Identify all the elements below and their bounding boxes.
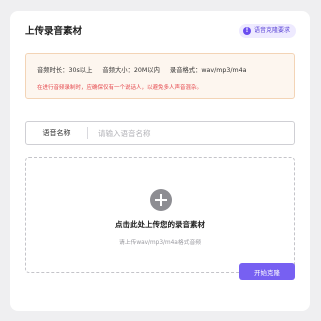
voice-name-label: 语音名称 bbox=[42, 129, 71, 137]
spec-row: 音频时长：30s以上 音频大小：20M以内 录音格式：wav/mp3/m4a bbox=[37, 65, 257, 74]
page-title: 上传录音素材 bbox=[25, 26, 83, 37]
spec-format: 录音格式：wav/mp3/m4a bbox=[169, 67, 247, 74]
start-clone-button[interactable]: 开始克隆 bbox=[239, 263, 295, 280]
upload-card: 上传录音素材 ! 语音克隆要求 音频时长：30s以上 音频大小：20M以内 录音… bbox=[10, 11, 310, 311]
plus-circle-icon bbox=[150, 189, 172, 211]
warning-text: 在进行音频录制时，应确保仅有一个说话人，以避免多人声音混杂。 bbox=[37, 85, 203, 91]
spec-duration: 音频时长：30s以上 bbox=[37, 67, 93, 74]
upload-dropzone[interactable]: 点击此处上传您的录音素材 请上传wav/mp3/m4a格式音频 bbox=[25, 157, 295, 273]
info-icon: ! bbox=[242, 27, 251, 35]
spec-size: 音频大小：20M以内 bbox=[102, 67, 160, 74]
upload-hint: 请上传wav/mp3/m4a格式音频 bbox=[118, 240, 202, 246]
voice-name-input[interactable] bbox=[88, 123, 294, 143]
requirements-label: 语音克隆要求 bbox=[253, 27, 290, 34]
requirements-link[interactable]: ! 语音克隆要求 bbox=[238, 24, 296, 38]
voice-name-field: 语音名称 bbox=[25, 121, 295, 145]
upload-title: 点击此处上传您的录音素材 bbox=[115, 220, 205, 229]
notice-box: 音频时长：30s以上 音频大小：20M以内 录音格式：wav/mp3/m4a 在… bbox=[25, 53, 295, 99]
